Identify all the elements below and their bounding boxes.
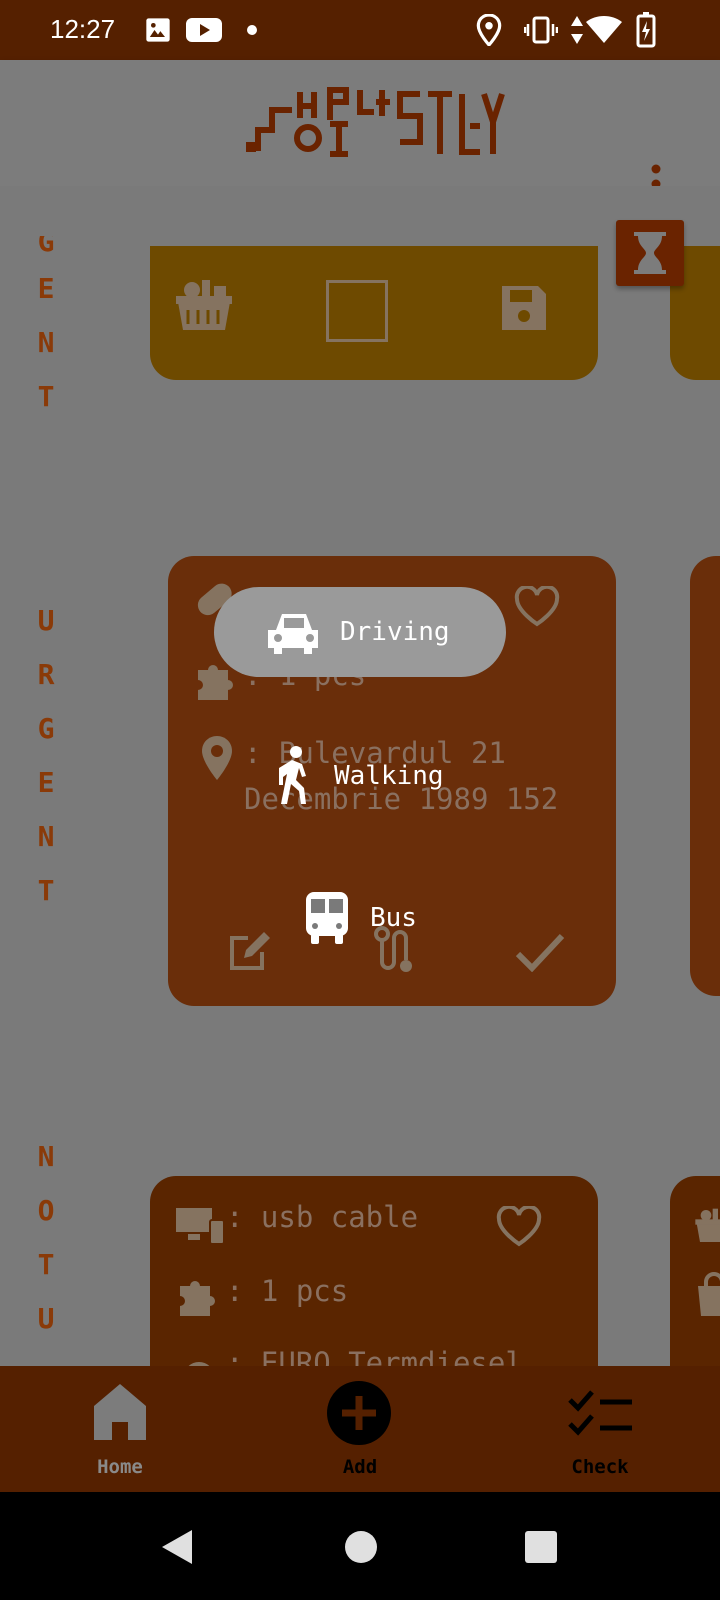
list-card[interactable]: [150, 246, 598, 380]
edit-icon[interactable]: [226, 928, 272, 974]
recents-icon[interactable]: [524, 1530, 558, 1564]
route-option-label: Walking: [334, 761, 444, 791]
walk-icon: [279, 746, 306, 804]
vibrate-icon: [524, 16, 558, 44]
wifi-icon: [586, 16, 622, 43]
nav-home[interactable]: Home: [50, 1366, 190, 1492]
shopping-bag-icon: [698, 1272, 720, 1316]
location-icon: [476, 14, 502, 46]
home-icon: [94, 1384, 146, 1440]
status-time: 12:27: [50, 14, 116, 44]
youtube-icon: [186, 18, 222, 42]
route-option-bus[interactable]: Bus: [304, 890, 417, 946]
section-letter: N: [37, 1140, 55, 1173]
section-letter: O: [37, 1194, 55, 1227]
hourglass-icon: [634, 232, 666, 274]
devices-icon: [176, 1208, 225, 1245]
checklist-icon: [568, 1390, 632, 1436]
route-option-walking[interactable]: Walking: [274, 746, 444, 806]
section-letter: U: [37, 1302, 55, 1335]
route-option-driving[interactable]: Driving: [214, 587, 506, 677]
section-letter: U: [37, 604, 55, 637]
nav-home-label: Home: [97, 1456, 143, 1478]
nav-add-label: Add: [342, 1456, 378, 1478]
section-label-urgent: U R G E N T: [36, 594, 56, 918]
car-icon: [268, 614, 318, 654]
grocery-basket-icon[interactable]: [174, 276, 234, 336]
route-option-label: Driving: [340, 617, 450, 647]
section-letter: T: [37, 380, 55, 413]
list-card-not-urgent[interactable]: : usb cable : 1 pcs : EURO Termdiesel: [150, 1176, 598, 1366]
app-logo: [246, 87, 505, 157]
list-card-next[interactable]: [690, 556, 720, 996]
heart-icon[interactable]: [496, 1206, 542, 1248]
bus-icon: [306, 892, 348, 944]
grocery-basket-icon: [695, 1208, 720, 1242]
dot-icon: [247, 25, 257, 35]
item-name-text: : usb cable: [226, 1200, 419, 1234]
location-pin-icon: [202, 736, 232, 780]
heart-icon[interactable]: [514, 586, 560, 628]
nav-add[interactable]: Add: [290, 1366, 430, 1492]
section-label-not-urgent: N O T U: [36, 1130, 56, 1346]
checkbox-empty-icon[interactable]: [326, 280, 388, 342]
section-letter: T: [37, 874, 55, 907]
section-letter: N: [37, 820, 55, 853]
data-arrows-icon: [571, 16, 583, 44]
home-button-icon[interactable]: [344, 1530, 378, 1564]
check-icon[interactable]: [514, 932, 566, 972]
section-letter: N: [37, 326, 55, 359]
section-letter: G: [37, 236, 55, 258]
section-letter: E: [37, 766, 55, 799]
save-icon[interactable]: [500, 284, 548, 332]
section-label-urgent-fragment: G E N T: [36, 236, 56, 424]
list-card-next[interactable]: [670, 1176, 720, 1366]
system-navigation-bar: [0, 1492, 720, 1600]
nav-check[interactable]: Check: [530, 1366, 670, 1492]
section-letter: E: [37, 272, 55, 305]
puzzle-icon: [180, 1281, 215, 1316]
back-icon[interactable]: [160, 1528, 194, 1566]
nav-check-label: Check: [571, 1456, 629, 1478]
hourglass-button[interactable]: [616, 220, 684, 286]
address-line-1: : EURO Termdiesel: [226, 1346, 523, 1366]
app-bar: [0, 60, 720, 204]
section-letter: T: [37, 1248, 55, 1281]
route-option-label: Bus: [370, 903, 417, 933]
bottom-navigation: Home Add Check: [0, 1366, 720, 1492]
quantity-text: : 1 pcs: [226, 1274, 349, 1308]
battery-charging-icon: [636, 12, 656, 48]
add-circle-icon: [327, 1381, 391, 1445]
section-letter: G: [37, 712, 55, 745]
status-bar: 12:27: [0, 0, 720, 60]
section-letter: R: [37, 658, 55, 691]
gallery-icon: [146, 18, 170, 42]
